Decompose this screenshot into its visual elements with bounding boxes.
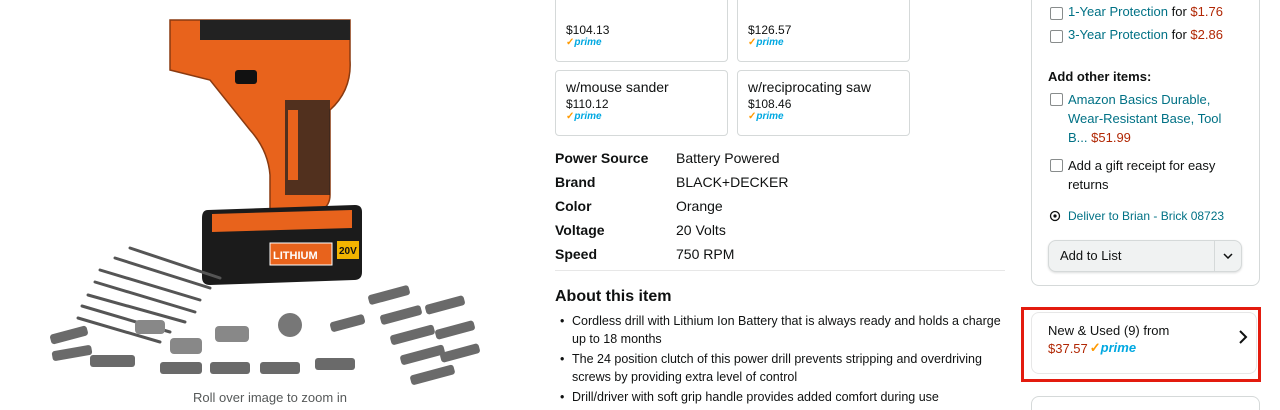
spec-row-brand: Brand BLACK+DECKER — [555, 170, 788, 194]
variant-card[interactable]: $126.57 ✓prime — [737, 0, 910, 62]
spec-key: Color — [555, 198, 592, 214]
checkbox-icon[interactable] — [1050, 93, 1063, 106]
deliver-to-link[interactable]: Deliver to Brian - Brick 08723 — [1049, 209, 1224, 223]
variant-card[interactable]: $104.13 ✓prime — [555, 0, 728, 62]
variant-price: $104.13 — [566, 23, 610, 37]
new-used-price: $37.57 — [1048, 340, 1088, 356]
spec-row-speed: Speed 750 RPM — [555, 242, 788, 266]
list-item: The 24 position clutch of this power dri… — [556, 350, 1006, 386]
drill-image: LITHIUM 20V — [50, 19, 480, 385]
chevron-down-icon — [1223, 253, 1233, 259]
new-used-label[interactable]: New & Used (9) from — [1048, 323, 1169, 338]
checkbox-icon[interactable] — [1050, 159, 1063, 172]
spec-row-color: Color Orange — [555, 194, 788, 218]
chevron-right-icon[interactable] — [1237, 330, 1249, 344]
prime-badge: ✓prime — [566, 37, 602, 48]
variant-card-mouse-sander[interactable]: w/mouse sander $110.12 ✓prime — [555, 70, 728, 136]
add-to-list-label[interactable]: Add to List — [1049, 241, 1214, 271]
variant-price: $110.12 — [566, 97, 609, 111]
spec-value: Orange — [676, 198, 723, 214]
add-to-list-button[interactable]: Add to List — [1048, 240, 1242, 272]
list-item: Cordless drill with Lithium Ion Battery … — [556, 312, 1006, 348]
battery-label: LITHIUM — [273, 250, 318, 262]
prime-badge: ✓prime — [748, 111, 784, 122]
product-specs-table: Power Source Battery Powered Brand BLACK… — [555, 146, 788, 266]
about-this-item-heading: About this item — [555, 288, 672, 305]
variant-price: $126.57 — [748, 23, 792, 37]
protection-3yr-option[interactable]: 3-Year Protection for $2.86 — [1050, 27, 1223, 43]
list-item: Drill/driver with soft grip handle provi… — [556, 388, 1006, 406]
next-panel — [1031, 396, 1260, 410]
spec-value: Battery Powered — [676, 150, 780, 166]
zoom-hint: Roll over image to zoom in — [193, 390, 347, 405]
protection-link[interactable]: 1-Year Protection — [1068, 4, 1168, 19]
prime-badge: ✓prime — [748, 37, 784, 48]
battery-voltage: 20V — [339, 246, 357, 257]
location-pin-icon — [1049, 210, 1061, 222]
variant-price: $108.46 — [748, 97, 792, 111]
add-to-list-dropdown[interactable] — [1214, 241, 1241, 271]
protection-price: $1.76 — [1190, 4, 1223, 19]
spec-key: Brand — [555, 174, 596, 190]
gift-receipt-option[interactable]: Add a gift receipt for easy returns — [1050, 156, 1235, 194]
variant-name: w/mouse sander — [566, 79, 669, 95]
prime-badge: ✓prime — [1089, 340, 1137, 355]
add-other-items-heading: Add other items: — [1048, 69, 1152, 84]
product-image-area[interactable]: LITHIUM 20V Roll over image to zoom in — [30, 0, 510, 410]
protection-1yr-option[interactable]: 1-Year Protection for $1.76 — [1050, 4, 1223, 20]
spec-row-voltage: Voltage 20 Volts — [555, 218, 788, 242]
protection-link[interactable]: 3-Year Protection — [1068, 27, 1168, 42]
gift-receipt-label: Add a gift receipt for easy returns — [1068, 158, 1216, 192]
protection-price: $2.86 — [1190, 27, 1223, 42]
about-bullet-list: Cordless drill with Lithium Ion Battery … — [556, 312, 1006, 408]
spec-value: 20 Volts — [676, 222, 726, 238]
spec-value: BLACK+DECKER — [676, 174, 789, 190]
spec-row-power-source: Power Source Battery Powered — [555, 146, 788, 170]
divider — [555, 270, 1005, 271]
prime-badge: ✓prime — [566, 111, 602, 122]
variant-card-reciprocating-saw[interactable]: w/reciprocating saw $108.46 ✓prime — [737, 70, 910, 136]
spec-key: Power Source — [555, 150, 649, 166]
checkbox-icon[interactable] — [1050, 7, 1063, 20]
spec-key: Speed — [555, 246, 598, 262]
other-item-option[interactable]: Amazon Basics Durable, Wear-Resistant Ba… — [1050, 90, 1235, 147]
checkbox-icon[interactable] — [1050, 30, 1063, 43]
other-item-price: $51.99 — [1091, 130, 1131, 145]
spec-value: 750 RPM — [676, 246, 735, 262]
spec-key: Voltage — [555, 222, 605, 238]
variant-name: w/reciprocating saw — [748, 79, 871, 95]
new-used-price-row[interactable]: $37.57 ✓prime — [1048, 340, 1136, 356]
